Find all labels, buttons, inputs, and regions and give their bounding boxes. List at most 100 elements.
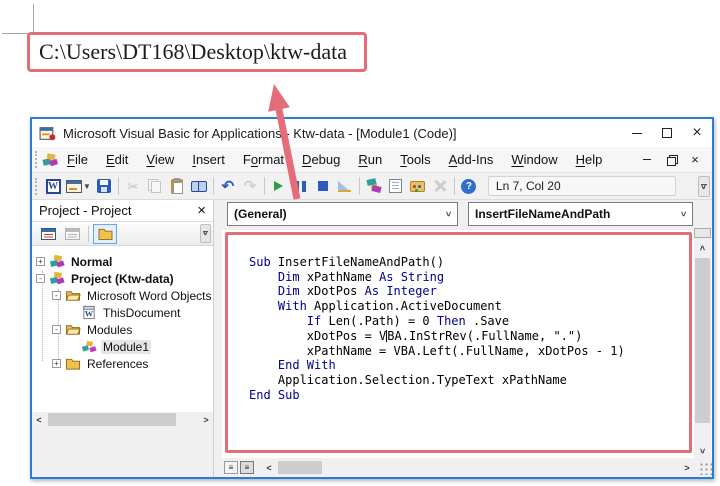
code-editor[interactable]: Sub InsertFileNameAndPath() Dim xPathNam… [222,230,712,458]
object-browser-button[interactable] [407,175,429,197]
menu-edit[interactable]: Edit [97,148,137,171]
child-minimize-button[interactable] [638,152,656,168]
code-line[interactable]: Dim xPathName As String [249,270,689,285]
copy-icon [148,179,161,193]
code-line[interactable] [249,240,689,255]
collapse-icon[interactable]: - [36,274,45,283]
project-panel-title: Project - Project [39,203,131,218]
view-code-button[interactable] [36,224,60,244]
menu-help[interactable]: Help [567,148,612,171]
menu-debug[interactable]: Debug [293,148,349,171]
child-close-button[interactable]: × [686,152,704,168]
code-highlight-box[interactable]: Sub InsertFileNameAndPath() Dim xPathNam… [225,232,692,453]
scroll-down-icon[interactable]: > [694,443,711,458]
properties-window-button[interactable] [385,175,407,197]
code-line[interactable]: With Application.ActiveDocument [249,299,689,314]
menu-grip[interactable] [35,151,38,168]
menu-window[interactable]: Window [502,148,566,171]
code-text: BA.InStrRev(.FullName, ".") [387,329,582,343]
tree-item-normal[interactable]: +Normal [32,253,213,270]
project-explorer-button[interactable] [363,175,385,197]
insert-userform-dropdown-caret-icon[interactable]: ▼ [83,182,91,191]
code-vertical-scrollbar[interactable]: > > [694,230,711,458]
resize-grip[interactable] [698,461,712,475]
view-object-button[interactable] [60,224,84,244]
undo-button[interactable]: ↶ [217,175,239,197]
tree-item-modules[interactable]: - Modules [32,321,213,338]
svg-text:W: W [85,308,94,318]
code-line[interactable]: End With [249,358,689,373]
menu-run[interactable]: Run [349,148,391,171]
menu-add-ins[interactable]: Add-Ins [440,148,503,171]
cut-button[interactable]: ✂ [122,175,144,197]
tree-item-thisdocument[interactable]: WThisDocument [32,304,213,321]
collapse-icon[interactable]: - [52,325,61,334]
object-dropdown[interactable]: (General) > [227,202,458,226]
panel-splitter[interactable] [214,200,222,477]
find-button[interactable] [188,175,210,197]
scroll-thumb[interactable] [278,461,322,474]
tree-item-module1[interactable]: Module1 [32,338,213,355]
expand-icon[interactable]: + [36,257,45,266]
toolbox-button[interactable] [429,175,451,197]
tree-item-microsoft-word-objects[interactable]: -Microsoft Word Objects [32,287,213,304]
scroll-thumb[interactable] [695,258,710,423]
paste-button[interactable] [166,175,188,197]
code-line[interactable]: xPathName = VBA.Left(.FullName, xDotPos … [249,344,689,359]
project-panel-header[interactable]: Project - Project × [32,200,213,222]
scroll-left-icon[interactable]: < [262,460,276,475]
project-explorer-panel: Project - Project × ∨ +Normal-Project (K… [32,200,214,477]
copy-button[interactable] [144,175,166,197]
help-button[interactable]: ? [458,175,480,197]
maximize-button[interactable] [652,121,682,145]
scroll-up-icon[interactable]: > [694,240,711,255]
tree-item-project-ktw-data[interactable]: -Project (Ktw-data) [32,270,213,287]
minimize-button[interactable] [622,121,652,145]
run-sub-button[interactable] [268,175,290,197]
procedure-dropdown[interactable]: InsertFileNameAndPath > [468,202,693,226]
title-bar[interactable]: Microsoft Visual Basic for Applications … [32,119,712,147]
scroll-right-icon[interactable]: > [680,460,694,475]
code-line[interactable]: End Sub [249,388,689,403]
design-mode-button[interactable] [334,175,356,197]
code-horizontal-scrollbar[interactable]: < > [262,460,694,475]
menu-insert[interactable]: Insert [183,148,234,171]
tree-item-references[interactable]: +References [32,355,213,372]
toolbar-overflow-button[interactable]: ∨ [698,176,710,197]
menu-format[interactable]: Format [234,148,293,171]
menu-file[interactable]: File [58,148,97,171]
project-horizontal-scrollbar[interactable]: < > [32,412,213,427]
redo-button[interactable]: ↷ [239,175,261,197]
code-line[interactable]: Sub InsertFileNameAndPath() [249,255,689,270]
save-button[interactable] [93,175,115,197]
break-button[interactable] [290,175,312,197]
toggle-folders-button[interactable] [93,224,117,244]
full-module-view-button[interactable]: ≡ [240,461,254,474]
child-restore-button[interactable] [662,152,680,168]
panel-toolbar-overflow-button[interactable]: ∨ [200,224,211,243]
menu-tools[interactable]: Tools [391,148,439,171]
collapse-icon[interactable]: - [52,291,61,300]
code-line[interactable]: Application.Selection.TypeText xPathName [249,373,689,388]
insert-userform-button[interactable]: ▼ [64,175,93,197]
scroll-right-icon[interactable]: > [199,412,213,427]
code-line[interactable]: Dim xDotPos As Integer [249,284,689,299]
scroll-left-icon[interactable]: < [32,412,46,427]
code-line[interactable]: If Len(.Path) = 0 Then .Save [249,314,689,329]
procedure-view-button[interactable]: ≡ [224,461,238,474]
toolbox-icon [433,179,447,193]
view-object-icon [65,228,80,240]
code-line[interactable]: xDotPos = VBA.InStrRev(.FullName, ".") [249,329,689,344]
reset-button[interactable] [312,175,334,197]
split-box[interactable] [694,228,711,238]
paste-icon [171,179,183,194]
page-margin-crop-mark-vertical [33,4,34,34]
scroll-thumb[interactable] [48,413,176,426]
close-button[interactable]: × [682,121,712,145]
menu-view[interactable]: View [137,148,183,171]
expand-icon[interactable]: + [52,359,61,368]
project-panel-close-button[interactable]: × [194,203,209,218]
toolbar-grip[interactable] [35,178,38,195]
tree-item-label: Modules [85,323,134,337]
view-microsoft-word-button[interactable]: W [42,175,64,197]
